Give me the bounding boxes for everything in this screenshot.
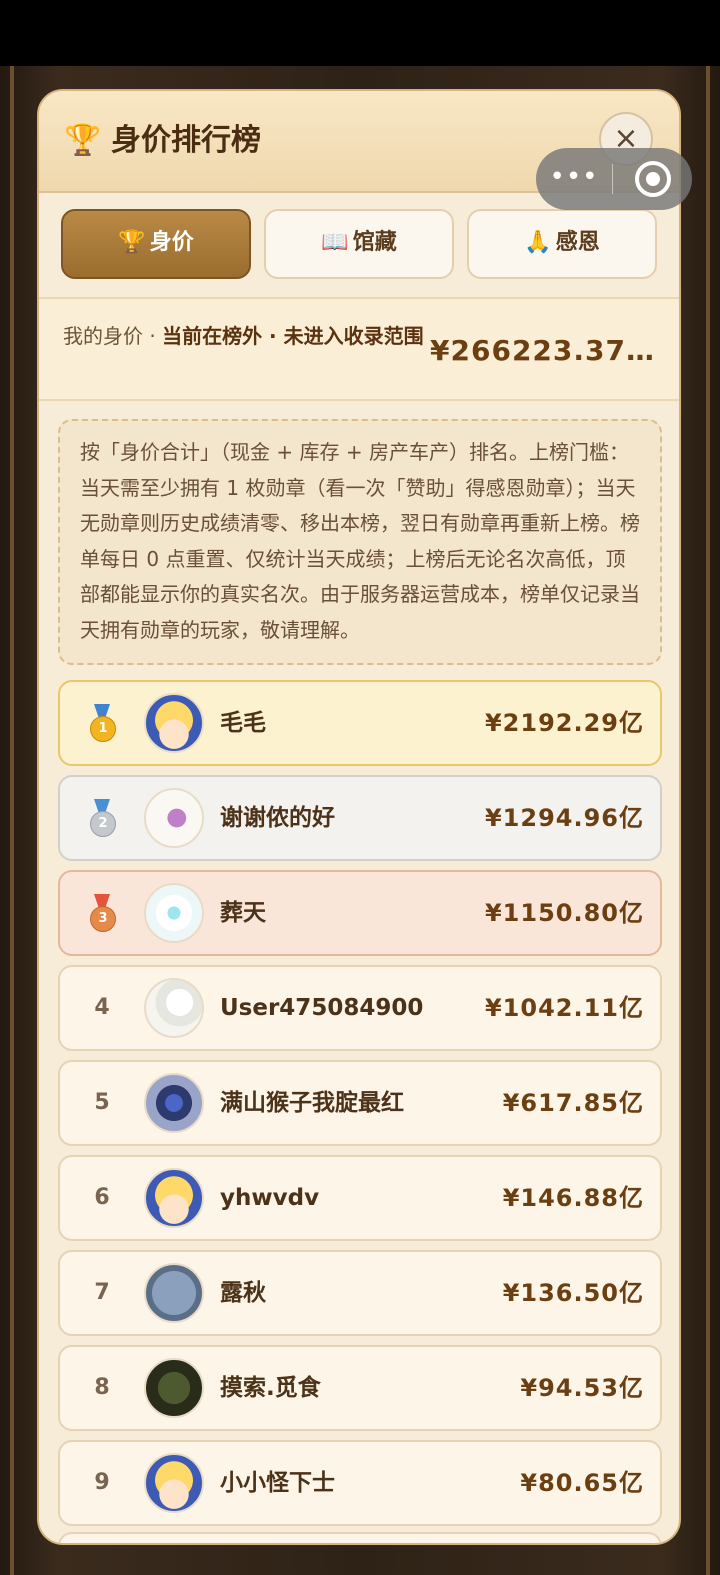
avatar [144, 978, 204, 1038]
pray-icon: 🙏 [524, 230, 552, 255]
gold-medal-icon: 1 [88, 704, 116, 742]
rank-number: 9 [94, 1470, 110, 1495]
avatar [144, 1263, 204, 1323]
leaderboard-row[interactable]: 5 满山猴子我腚最红 ¥617.85亿 [58, 1060, 662, 1146]
rank-number: 6 [94, 1185, 110, 1210]
player-net-worth: ¥146.88亿 [502, 1184, 644, 1212]
player-net-worth: ¥1294.96亿 [484, 804, 644, 832]
rank-number: 5 [94, 1090, 110, 1115]
status-bar [0, 0, 720, 66]
tab-label: 身价 [149, 230, 194, 255]
my-net-worth-bar: 我的身价 · 当前在榜外 · 未进入收录范围 ¥266223.37… [39, 297, 679, 401]
avatar [144, 883, 204, 943]
player-name: User475084900 [220, 995, 424, 1021]
my-net-worth-label: 我的身价 · [63, 324, 163, 348]
player-net-worth: ¥94.53亿 [520, 1374, 644, 1402]
rank-number: 4 [94, 995, 110, 1020]
capsule-divider [612, 164, 613, 194]
avatar [144, 1168, 204, 1228]
leaderboard-row[interactable]: 6 yhwvdv ¥146.88亿 [58, 1155, 662, 1241]
page-title: 身价排行榜 [111, 123, 261, 158]
leaderboard-row[interactable]: 9 小小怪下士 ¥80.65亿 [58, 1440, 662, 1526]
player-name: 摸索.觅食 [220, 1375, 321, 1401]
player-net-worth: ¥80.65亿 [520, 1469, 644, 1497]
player-name: 小小怪下士 [220, 1470, 335, 1496]
avatar [144, 1358, 204, 1418]
leaderboard-panel: 🏆 身价排行榜 🏆 身价 📖 馆藏 🙏 感恩 我的身价 · 当前在榜外 · 未进入收录… [37, 89, 681, 1545]
player-name: 谢谢侬的好 [220, 805, 335, 831]
my-rank-state: 当前在榜外 · 未进入收录范围 [162, 324, 424, 348]
player-name: 满山猴子我腚最红 [220, 1090, 404, 1116]
player-name: 毛毛 [220, 710, 266, 736]
avatar [144, 1073, 204, 1133]
avatar [144, 788, 204, 848]
mini-program-capsule: ••• [536, 148, 692, 210]
player-net-worth: ¥1042.11亿 [484, 994, 644, 1022]
leaderboard-row[interactable]: 1 毛毛 ¥2192.29亿 [58, 680, 662, 766]
leaderboard-row[interactable]: 7 露秋 ¥136.50亿 [58, 1250, 662, 1336]
trophy-icon: 🏆 [64, 123, 102, 158]
player-net-worth: ¥1150.80亿 [484, 899, 644, 927]
player-name: 露秋 [220, 1280, 266, 1306]
rank-number: 7 [94, 1280, 110, 1305]
my-net-worth-value: ¥266223.37… [430, 334, 655, 367]
background-rail-right [706, 66, 710, 1575]
rank-number: 8 [94, 1375, 110, 1400]
leaderboard-row[interactable]: 4 User475084900 ¥1042.11亿 [58, 965, 662, 1051]
player-name: 葬天 [220, 900, 266, 926]
avatar [144, 693, 204, 753]
tab-label: 馆藏 [352, 230, 397, 255]
leaderboard-row-partial [58, 1532, 662, 1543]
trophy-icon: 🏆 [118, 230, 146, 255]
leaderboard-row[interactable]: 8 摸索.觅食 ¥94.53亿 [58, 1345, 662, 1431]
avatar [144, 1453, 204, 1513]
tab-net-worth[interactable]: 🏆 身价 [61, 209, 251, 279]
tab-collection[interactable]: 📖 馆藏 [264, 209, 454, 279]
more-options-icon[interactable]: ••• [536, 148, 612, 210]
bronze-medal-icon: 3 [88, 894, 116, 932]
tab-label: 感恩 [555, 230, 600, 255]
player-net-worth: ¥617.85亿 [502, 1089, 644, 1117]
leaderboard-row[interactable]: 3 葬天 ¥1150.80亿 [58, 870, 662, 956]
silver-medal-icon: 2 [88, 799, 116, 837]
player-net-worth: ¥136.50亿 [502, 1279, 644, 1307]
player-name: yhwvdv [220, 1185, 320, 1211]
tab-bar: 🏆 身价 📖 馆藏 🙏 感恩 [61, 209, 659, 281]
my-status-text: 我的身价 · 当前在榜外 · 未进入收录范围 [63, 319, 463, 353]
book-icon: 📖 [321, 230, 349, 255]
exit-target-icon[interactable] [635, 161, 671, 197]
leaderboard-row[interactable]: 2 谢谢侬的好 ¥1294.96亿 [58, 775, 662, 861]
tab-gratitude[interactable]: 🙏 感恩 [467, 209, 657, 279]
background-rail-left [10, 66, 14, 1575]
player-net-worth: ¥2192.29亿 [484, 709, 644, 737]
rules-notice: 按「身价合计」（现金 + 库存 + 房产车产）排名。上榜门槛：当天需至少拥有 1… [58, 419, 662, 665]
